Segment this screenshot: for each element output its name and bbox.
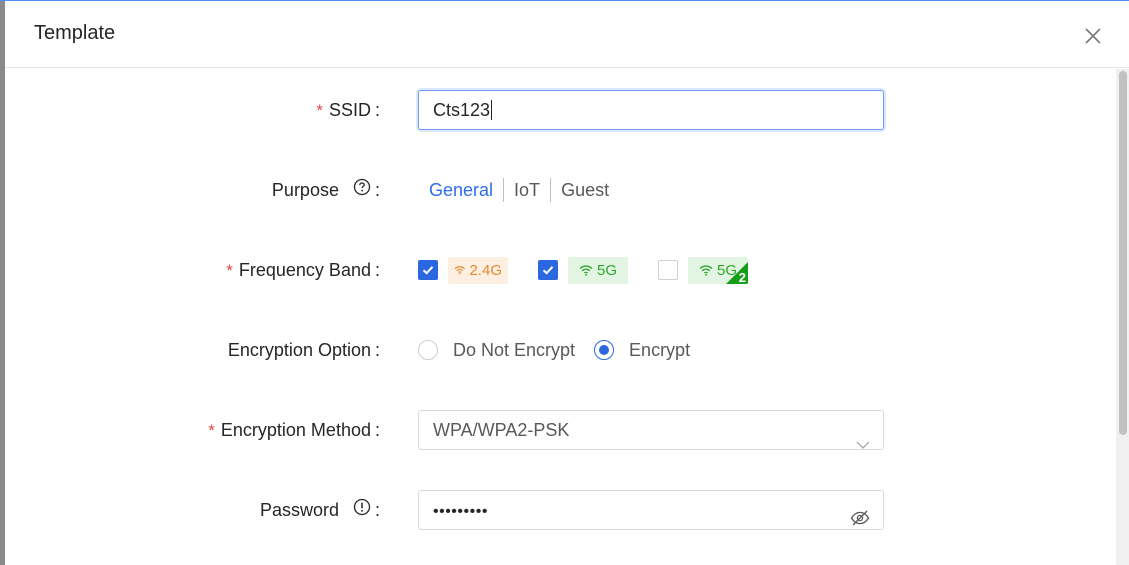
encryption-method-value: WPA/WPA2-PSK	[433, 420, 570, 440]
encryption-option-radio-group: Do Not Encrypt Encrypt	[418, 330, 709, 370]
modal-title: Template	[34, 22, 116, 44]
frequency-band-row: * Frequency Band: 2.4G 5G 5G 2	[5, 250, 1105, 290]
encryption-method-select[interactable]: WPA/WPA2-PSK	[418, 410, 884, 450]
purpose-label: Purpose :	[272, 170, 380, 210]
band-24g-tag: 2.4G	[448, 256, 508, 284]
band-5g-label: 5G	[597, 261, 618, 279]
frequency-band-label-text: Frequency Band	[238, 260, 371, 280]
exclamation-circle-icon[interactable]	[353, 490, 371, 530]
encryption-option-row: Encryption Option: Do Not Encrypt Encryp…	[5, 330, 1105, 370]
ssid-label-text: SSID	[328, 100, 371, 120]
encrypt-label[interactable]: Encrypt	[629, 340, 690, 361]
encryption-method-label-text: Encryption Method	[220, 420, 371, 440]
band-24g: 2.4G	[418, 250, 508, 290]
password-masked-value: •••••••••	[433, 503, 488, 520]
purpose-segmented-control: General IoT Guest	[418, 170, 619, 210]
band-badge-number: 2	[738, 269, 746, 284]
purpose-label-text: Purpose	[271, 180, 339, 200]
close-icon[interactable]	[1083, 26, 1103, 46]
encryption-option-label: Encryption Option:	[228, 330, 380, 370]
password-label-text: Password	[259, 500, 339, 520]
label-colon: :	[374, 420, 380, 440]
band-5g-tag: 5G	[568, 256, 628, 284]
template-modal: Template * SSID: Cts123 Purpose : General…	[5, 1, 1129, 565]
password-row: Password : •••••••••	[5, 490, 1105, 530]
label-colon: :	[374, 180, 380, 200]
ssid-input-value: Cts123	[433, 100, 491, 120]
ssid-label: * SSID:	[316, 90, 380, 130]
password-input[interactable]: •••••••••	[418, 490, 884, 530]
scrollbar-thumb[interactable]	[1119, 71, 1127, 435]
label-colon: :	[374, 100, 380, 120]
eye-hidden-icon[interactable]	[850, 502, 870, 540]
label-colon: :	[374, 500, 380, 520]
band-24g-label: 2.4G	[469, 261, 502, 279]
band-5g2-tag: 5G 2	[688, 256, 748, 284]
band-5g: 5G	[538, 250, 628, 290]
wifi-icon	[454, 266, 466, 275]
band-5g2-checkbox[interactable]	[658, 260, 678, 280]
chevron-down-icon	[856, 425, 870, 463]
do-not-encrypt-radio[interactable]	[418, 340, 438, 360]
label-colon: :	[374, 340, 380, 360]
modal-header: Template	[5, 1, 1129, 68]
wifi-icon	[579, 265, 593, 276]
purpose-option-guest[interactable]: Guest	[551, 179, 619, 201]
required-mark: *	[316, 101, 323, 120]
question-circle-icon[interactable]	[353, 170, 371, 210]
do-not-encrypt-label[interactable]: Do Not Encrypt	[453, 340, 575, 361]
band-5g2: 5G 2	[658, 250, 748, 290]
wifi-icon	[699, 265, 713, 276]
required-mark: *	[208, 421, 215, 440]
purpose-option-general[interactable]: General	[418, 179, 503, 201]
encrypt-radio[interactable]	[594, 340, 615, 360]
password-label: Password :	[260, 490, 380, 530]
frequency-band-label: * Frequency Band:	[226, 250, 380, 290]
encryption-method-label: * Encryption Method:	[208, 410, 380, 450]
purpose-row: Purpose : General IoT Guest	[5, 170, 1105, 210]
band-24g-checkbox[interactable]	[418, 260, 438, 280]
ssid-input[interactable]: Cts123	[418, 90, 884, 130]
label-colon: :	[374, 260, 380, 280]
required-mark: *	[226, 261, 233, 280]
purpose-option-iot[interactable]: IoT	[504, 179, 550, 201]
ssid-row: * SSID: Cts123	[5, 90, 1105, 130]
radio-selected-dot	[599, 345, 610, 355]
encryption-option-label-text: Encryption Option	[227, 340, 371, 360]
band-5g-checkbox[interactable]	[538, 260, 558, 280]
text-caret	[491, 99, 493, 120]
encryption-method-row: * Encryption Method: WPA/WPA2-PSK	[5, 410, 1105, 450]
